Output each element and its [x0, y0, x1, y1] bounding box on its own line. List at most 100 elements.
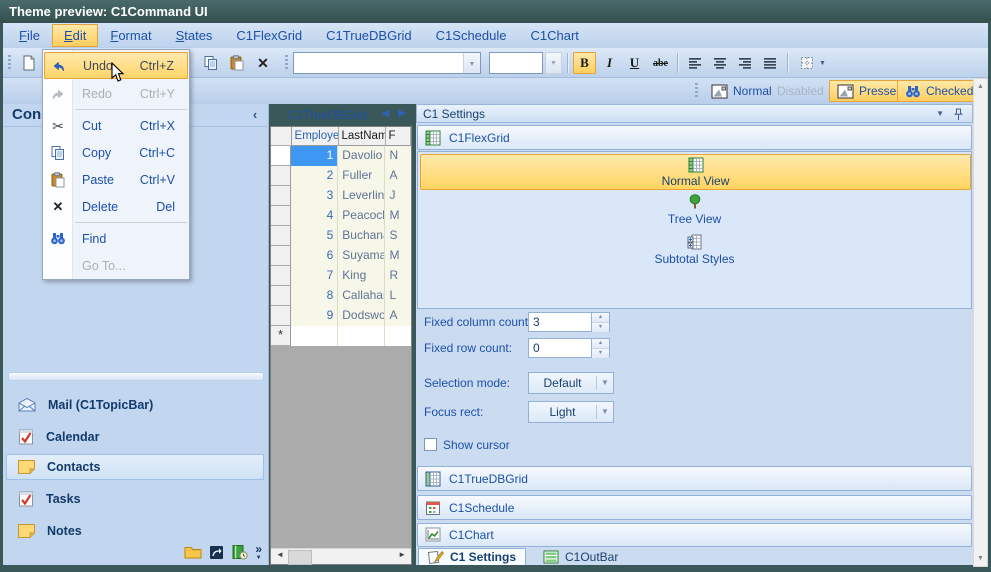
- scrollbar-thumb[interactable]: [288, 550, 312, 565]
- section-c1chart[interactable]: C1Chart: [417, 523, 972, 547]
- pin-icon[interactable]: [954, 108, 963, 121]
- page-prev-icon[interactable]: ◀: [381, 109, 389, 119]
- menu-edit[interactable]: Edit: [52, 24, 98, 47]
- menu-c1schedule[interactable]: C1Schedule: [424, 24, 519, 47]
- strikethrough-button[interactable]: abe: [648, 52, 673, 74]
- overflow-chevron-icon[interactable]: » ▼: [255, 543, 262, 561]
- menu-file[interactable]: File: [7, 24, 52, 47]
- align-right-button[interactable]: [733, 52, 756, 74]
- page-next-icon[interactable]: ▶: [398, 109, 406, 119]
- journal-icon[interactable]: [231, 544, 248, 560]
- view-subtotal-button[interactable]: Subtotal Styles: [420, 232, 969, 268]
- focus-rect-dropdown[interactable]: Light ▼: [528, 401, 614, 423]
- spin-up-icon[interactable]: ▲: [592, 313, 609, 323]
- delete-button[interactable]: ✕: [251, 52, 275, 74]
- grid-horizontal-scrollbar[interactable]: ◄ ►: [271, 548, 411, 564]
- borders-button[interactable]: ▼: [793, 52, 833, 74]
- size-field[interactable]: [489, 52, 543, 74]
- align-center-icon: [713, 57, 727, 69]
- sidebar-item-tasks[interactable]: Tasks: [6, 486, 264, 512]
- fixed-row-count-value[interactable]: 0: [529, 339, 591, 357]
- table-row[interactable]: 7 King R: [271, 266, 411, 286]
- menu-item-delete[interactable]: ✕ Delete Del: [44, 193, 188, 220]
- menu-item-redo[interactable]: Redo Ctrl+Y: [44, 80, 188, 107]
- spin-down-icon[interactable]: ▼: [592, 349, 609, 358]
- table-row[interactable]: 2 Fuller A: [271, 166, 411, 186]
- scroll-right-arrow[interactable]: ►: [398, 551, 406, 559]
- justify-button[interactable]: [758, 52, 781, 74]
- sidebar-collapse-button[interactable]: ‹: [247, 107, 263, 123]
- align-left-button[interactable]: [683, 52, 706, 74]
- scroll-left-arrow[interactable]: ◄: [276, 551, 284, 559]
- size-dropdown-button[interactable]: ▼: [545, 52, 562, 74]
- copy-button[interactable]: [199, 52, 223, 74]
- table-row[interactable]: 4 Peacock M: [271, 206, 411, 226]
- menu-item-cut[interactable]: ✂ Cut Ctrl+X: [44, 112, 188, 139]
- table-row[interactable]: 9 Dodsworth A: [271, 306, 411, 326]
- table-row[interactable]: 8 Callahan L: [271, 286, 411, 306]
- menu-item-paste[interactable]: Paste Ctrl+V: [44, 166, 188, 193]
- menu-item-copy[interactable]: Copy Ctrl+C: [44, 139, 188, 166]
- section-c1flexgrid[interactable]: C1FlexGrid: [417, 125, 972, 150]
- state-disabled-button[interactable]: Disabled: [769, 80, 832, 102]
- panel-dropdown-icon[interactable]: ▼: [936, 110, 944, 118]
- bold-icon: B: [580, 55, 589, 71]
- tab-c1outbar[interactable]: C1OutBar: [534, 548, 627, 565]
- spin-up-icon[interactable]: ▲: [592, 339, 609, 349]
- view-tree-button[interactable]: Tree View: [420, 192, 969, 228]
- table-row[interactable]: 3 Leverling J: [271, 186, 411, 206]
- grid-col-lastname[interactable]: LastName: [339, 127, 386, 146]
- style-combobox-arrow[interactable]: ▼: [463, 53, 480, 73]
- show-cursor-label: Show cursor: [443, 438, 510, 452]
- state-checked-button[interactable]: Checked: [897, 80, 981, 102]
- menu-format[interactable]: Format: [98, 24, 163, 47]
- grid-col-firstname[interactable]: F: [386, 127, 412, 146]
- folder-icon[interactable]: [184, 545, 202, 559]
- menu-item-goto[interactable]: Go To...: [44, 252, 188, 279]
- datagrid[interactable]: Employe LastName F 1 Davolio N 2 Fuller …: [270, 126, 412, 565]
- menu-c1chart[interactable]: C1Chart: [518, 24, 590, 47]
- sidebar-item-notes[interactable]: Notes: [6, 518, 264, 544]
- sidebar-item-contacts[interactable]: Contacts: [6, 454, 264, 480]
- states-toolbar-grip[interactable]: [695, 83, 698, 99]
- menu-c1truedbgrid[interactable]: C1TrueDBGrid: [314, 24, 423, 47]
- sidebar-item-mail[interactable]: Mail (C1TopicBar): [6, 392, 264, 418]
- paste-button[interactable]: [225, 52, 249, 74]
- table-row[interactable]: 1 Davolio N: [271, 146, 411, 166]
- grid-col-employeeid[interactable]: Employe: [292, 127, 339, 146]
- menu-states[interactable]: States: [164, 24, 225, 47]
- spin-down-icon[interactable]: ▼: [592, 323, 609, 332]
- menu-item-find[interactable]: Find: [44, 225, 188, 252]
- sidebar-bottom-bar: » ▼: [184, 543, 262, 561]
- show-cursor-checkbox[interactable]: [424, 438, 437, 451]
- sidebar-item-calendar[interactable]: Calendar: [6, 424, 264, 450]
- combo-group-grip[interactable]: [285, 55, 288, 71]
- grid-new-row[interactable]: *: [271, 326, 411, 346]
- paste-icon: [50, 172, 66, 188]
- menu-c1flexgrid[interactable]: C1FlexGrid: [224, 24, 314, 47]
- redo-icon: [50, 86, 66, 102]
- underline-button[interactable]: U: [623, 52, 646, 74]
- italic-button[interactable]: I: [598, 52, 621, 74]
- section-c1truedbgrid[interactable]: C1TrueDBGrid: [417, 466, 972, 491]
- shortcut-arrow-icon[interactable]: [209, 545, 224, 560]
- section-c1schedule[interactable]: C1Schedule: [417, 495, 972, 520]
- style-combobox[interactable]: ▼: [293, 52, 481, 74]
- scroll-up-arrow[interactable]: ▲: [974, 83, 987, 90]
- state-normal-label: Normal: [733, 84, 772, 98]
- selection-mode-dropdown[interactable]: Default ▼: [528, 372, 614, 394]
- fixed-column-count-stepper[interactable]: 3 ▲ ▼: [528, 312, 610, 332]
- toolbar-grip[interactable]: [8, 55, 11, 71]
- sidebar-splitter[interactable]: [8, 372, 264, 381]
- dropdown-arrow-icon[interactable]: ▼: [597, 379, 613, 387]
- new-document-button[interactable]: [16, 52, 40, 74]
- align-center-button[interactable]: [708, 52, 731, 74]
- fixed-row-count-stepper[interactable]: 0 ▲ ▼: [528, 338, 610, 358]
- fixed-column-count-value[interactable]: 3: [529, 313, 591, 331]
- table-row[interactable]: 6 Suyama M: [271, 246, 411, 266]
- view-normal-button[interactable]: Normal View: [420, 154, 971, 190]
- tab-c1settings[interactable]: C1 Settings: [418, 548, 526, 565]
- dropdown-arrow-icon[interactable]: ▼: [597, 408, 613, 416]
- bold-button[interactable]: B: [573, 52, 596, 74]
- table-row[interactable]: 5 Buchanan S: [271, 226, 411, 246]
